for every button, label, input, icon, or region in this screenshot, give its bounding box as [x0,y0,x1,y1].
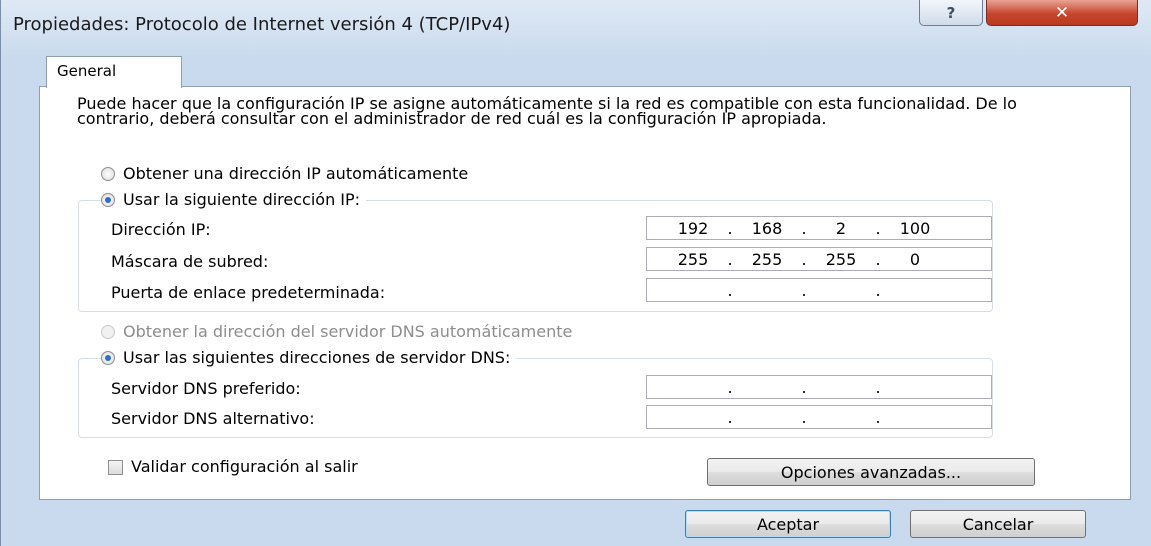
gateway-label: Puerta de enlace predeterminada: [111,283,386,302]
dns-manual-radio-row[interactable]: Usar las siguientes direcciones de servi… [101,348,517,367]
ip-address-octet-3[interactable]: 2 [815,219,867,238]
subnet-mask-octet-2[interactable]: 255 [741,250,793,269]
dns-auto-radio-row: Obtener la dirección del servidor DNS au… [101,322,579,341]
ip-address-label: Dirección IP: [111,220,211,239]
ip-manual-label: Usar la siguiente dirección IP: [123,190,361,209]
alternate-dns-label: Servidor DNS alternativo: [111,409,315,428]
subnet-mask-label: Máscara de subred: [111,252,269,271]
subnet-mask-octet-3[interactable]: 255 [815,250,867,269]
octet-separator: . [801,378,807,397]
ip-manual-radio-row[interactable]: Usar la siguiente dirección IP: [101,190,367,209]
intro-text: Puede hacer que la configuración IP se a… [77,94,1017,128]
validate-label: Validar configuración al salir [131,457,358,476]
ip-auto-label: Obtener una dirección IP automáticamente [123,164,469,183]
dns-auto-label: Obtener la dirección del servidor DNS au… [123,322,573,341]
preferred-dns-label: Servidor DNS preferido: [111,379,301,398]
octet-separator: . [801,281,807,300]
octet-separator: . [875,281,881,300]
octet-separator: . [727,250,733,269]
alternate-dns-field[interactable]: . . . [646,405,992,429]
close-icon: ✕ [1054,2,1070,23]
subnet-mask-field[interactable]: 255 . 255 . 255 . 0 [646,247,992,271]
cancel-button[interactable]: Cancelar [910,510,1086,538]
octet-separator: . [727,378,733,397]
preferred-dns-field[interactable]: . . . [646,375,992,399]
octet-separator: . [727,281,733,300]
subnet-mask-octet-1[interactable]: 255 [667,250,719,269]
dns-manual-label: Usar las siguientes direcciones de servi… [123,348,511,367]
ip-address-octet-2[interactable]: 168 [741,219,793,238]
advanced-options-button[interactable]: Opciones avanzadas... [707,458,1035,486]
octet-separator: . [801,219,807,238]
dialog-window: Propiedades: Protocolo de Internet versi… [0,0,1151,546]
octet-separator: . [875,408,881,427]
ip-address-octet-4[interactable]: 100 [889,219,941,238]
subnet-mask-octet-4[interactable]: 0 [889,250,941,269]
window-title: Propiedades: Protocolo de Internet versi… [13,14,511,35]
close-button[interactable]: ✕ [986,0,1138,26]
validate-checkbox[interactable] [108,460,123,475]
help-button[interactable]: ? [919,0,983,26]
dns-manual-radio[interactable] [101,350,115,365]
gateway-field[interactable]: . . . [646,278,992,302]
dns-auto-radio [101,324,115,339]
ip-manual-radio[interactable] [101,192,115,207]
tab-general[interactable]: General [46,56,182,88]
ip-auto-radio-row[interactable]: Obtener una dirección IP automáticamente [101,164,475,183]
octet-separator: . [875,378,881,397]
ok-button[interactable]: Aceptar [685,510,891,538]
title-bar: Propiedades: Protocolo de Internet versi… [1,0,1151,46]
octet-separator: . [801,408,807,427]
octet-separator: . [727,408,733,427]
octet-separator: . [875,219,881,238]
ip-auto-radio[interactable] [101,166,115,181]
octet-separator: . [875,250,881,269]
octet-separator: . [801,250,807,269]
help-icon: ? [946,3,956,22]
octet-separator: . [727,219,733,238]
ip-address-octet-1[interactable]: 192 [667,219,719,238]
ip-address-field[interactable]: 192 . 168 . 2 . 100 [646,216,992,240]
